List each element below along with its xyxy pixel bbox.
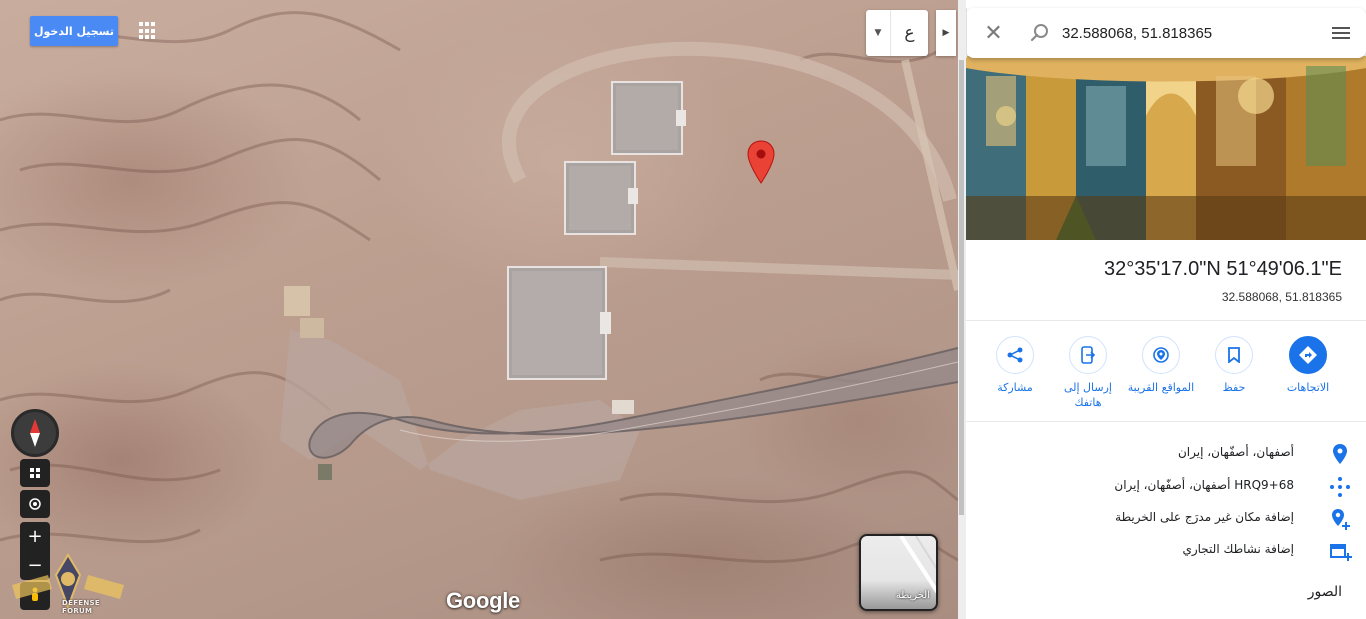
add-place-text: إضافة مكان غير مدرَج على الخريطة [1115,510,1294,524]
map-type-toggle[interactable]: الخريطة [859,534,938,611]
menu-icon[interactable] [1316,25,1366,41]
divider [966,421,1366,422]
language-selector[interactable]: ▼ ع [866,10,928,56]
my-location-button[interactable] [20,490,50,518]
coordinates-title: 32°35'17.0"N 51°49'06.1"E [1103,258,1342,280]
nearby-button[interactable]: المواقع القريبة [1124,336,1198,395]
send-to-phone-label: إرسال إلى هاتفك [1063,381,1112,409]
collapse-panel-button[interactable]: ▶ [936,10,956,56]
address-text: أصفهان، أصفّهان، إيران [1177,445,1294,459]
add-place-icon [1332,509,1350,530]
satellite-map[interactable]: تسجيل الدخول ▼ ع ▶ + − DEFENSE FORUM Goo… [0,0,958,619]
sign-in-button[interactable]: تسجيل الدخول [30,16,118,46]
plus-code-row[interactable]: HRQ9+68 أصفهان، أصفّهان، إيران [966,472,1366,502]
minimap-label: الخريطة [895,590,930,601]
close-icon[interactable]: ✕ [966,8,1020,58]
add-business-row[interactable]: إضافة نشاطك التجاري [966,536,1366,566]
send-to-phone-button[interactable]: إرسال إلى هاتفك [1051,336,1125,410]
nearby-icon [1142,336,1180,374]
save-button[interactable]: حفظ [1197,336,1271,395]
plus-code-icon [1330,477,1350,497]
search-input[interactable] [1060,24,1316,42]
add-business-icon [1330,544,1352,561]
crosshair-icon [29,498,41,510]
language-label[interactable]: ع [890,10,928,56]
watermark-logo: DEFENSE FORUM [8,545,128,615]
share-button[interactable]: مشاركة [978,336,1052,395]
plus-icon: + [27,526,43,547]
apps-grid-icon[interactable] [139,22,157,40]
scrollbar[interactable] [959,60,964,515]
add-place-row[interactable]: إضافة مكان غير مدرَج على الخريطة [966,504,1366,534]
add-business-text: إضافة نشاطك التجاري [1182,542,1294,556]
layers-button[interactable] [20,459,50,487]
grid-icon [30,468,40,478]
search-box: ✕ [966,8,1366,58]
google-logo: Google [446,588,520,613]
nearby-label: المواقع القريبة [1127,381,1195,394]
chevron-down-icon[interactable]: ▼ [866,10,890,56]
place-photo[interactable] [966,56,1366,240]
save-label: حفظ [1222,381,1246,394]
directions-icon [1289,336,1327,374]
directions-button[interactable]: الاتجاهات [1271,336,1345,395]
coordinates-decimal: 32.588068, 51.818365 [1221,290,1342,304]
divider [966,320,1366,321]
send-to-phone-icon [1069,336,1107,374]
search-icon[interactable] [1020,23,1060,43]
place-panel: ✕ 32.588068, 51.818365 32°35'17.0"N 51°4… [966,0,1366,619]
church-interior-image [966,56,1366,240]
location-marker-icon[interactable] [747,140,775,184]
share-label: مشاركة [997,381,1033,394]
compass-icon[interactable] [11,409,59,457]
directions-label: الاتجاهات [1286,381,1330,394]
photos-heading: الصور [1307,584,1342,600]
caret-right-icon: ▶ [942,28,950,38]
watermark-text: DEFENSE FORUM [62,599,100,615]
bookmark-icon [1215,336,1253,374]
terrain-layer [0,11,958,564]
share-icon [996,336,1034,374]
location-pin-icon [1333,444,1347,464]
plus-code-text: HRQ9+68 أصفهان، أصفّهان، إيران [1114,478,1294,492]
address-row[interactable]: أصفهان، أصفّهان، إيران [966,439,1366,469]
